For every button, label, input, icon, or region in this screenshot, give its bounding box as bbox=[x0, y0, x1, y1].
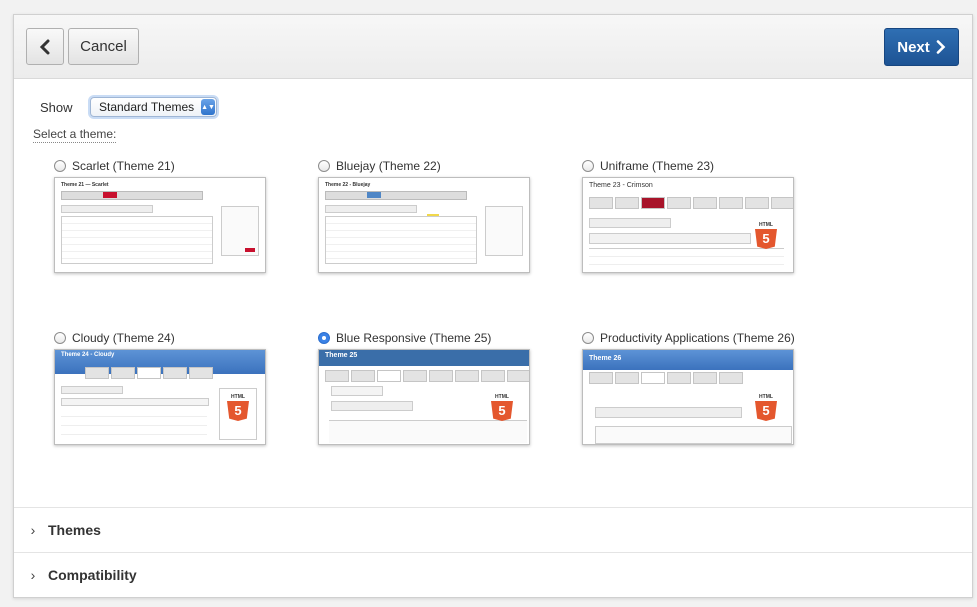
thumb-search-bar bbox=[589, 233, 751, 244]
radio-uniframe[interactable] bbox=[582, 160, 594, 172]
thumb-search-region bbox=[595, 426, 792, 444]
thumb-active-tab bbox=[103, 192, 117, 198]
chevron-right-icon: › bbox=[30, 567, 36, 583]
theme-label: Bluejay (Theme 22) bbox=[336, 159, 441, 173]
select-theme-label: Select a theme: bbox=[33, 127, 117, 143]
theme-thumbnail-blue-responsive[interactable]: Theme 25 HTML 5 bbox=[318, 349, 530, 445]
thumb-breadcrumb bbox=[595, 390, 645, 398]
thumb-title: Theme 25 bbox=[325, 352, 358, 359]
chevron-left-icon bbox=[39, 39, 50, 54]
thumb-table bbox=[61, 216, 213, 264]
html5-text: HTML bbox=[759, 394, 773, 400]
thumb-tabs bbox=[589, 218, 671, 228]
theme-thumbnail-productivity[interactable]: Theme 26 HTML 5 bbox=[582, 349, 794, 445]
theme-thumbnail-bluejay[interactable]: Theme 22 - Bluejay bbox=[318, 177, 530, 273]
thumb-table bbox=[589, 248, 784, 267]
theme-option-cloudy[interactable]: Cloudy (Theme 24) Theme 24 - Cloudy HTML… bbox=[54, 330, 266, 445]
thumb-nav bbox=[61, 191, 203, 200]
radio-productivity[interactable] bbox=[582, 332, 594, 344]
html5-glyph: 5 bbox=[491, 401, 513, 421]
theme-label: Productivity Applications (Theme 26) bbox=[600, 331, 795, 345]
thumb-toolbar bbox=[325, 205, 417, 213]
html5-icon: HTML 5 bbox=[755, 222, 777, 249]
html5-glyph: 5 bbox=[755, 401, 777, 421]
thumb-sidebar bbox=[485, 206, 523, 256]
thumb-title: Theme 22 - Bluejay bbox=[325, 182, 371, 188]
html5-icon: HTML 5 bbox=[227, 394, 249, 421]
theme-thumbnail-scarlet[interactable]: Theme 21 — Scarlet bbox=[54, 177, 266, 273]
chevron-right-icon: › bbox=[30, 522, 36, 538]
theme-label: Uniframe (Theme 23) bbox=[600, 159, 715, 173]
select-value: Standard Themes bbox=[99, 100, 195, 114]
thumb-header: Theme 26 bbox=[583, 350, 793, 370]
theme-option-blue-responsive[interactable]: Blue Responsive (Theme 25) Theme 25 HTML… bbox=[318, 330, 530, 445]
theme-option-productivity[interactable]: Productivity Applications (Theme 26) The… bbox=[582, 330, 795, 445]
html5-icon: HTML 5 bbox=[491, 394, 513, 421]
html5-text: HTML bbox=[231, 394, 245, 400]
thumb-header: Theme 25 bbox=[319, 350, 529, 366]
theme-option-bluejay[interactable]: Bluejay (Theme 22) Theme 22 - Bluejay bbox=[318, 158, 530, 273]
radio-cloudy[interactable] bbox=[54, 332, 66, 344]
thumb-nav bbox=[589, 197, 793, 209]
theme-style-select[interactable]: Standard Themes ▲▼ bbox=[90, 97, 217, 117]
thumb-breadcrumb bbox=[331, 386, 383, 396]
next-button[interactable]: Next bbox=[884, 28, 959, 66]
next-label: Next bbox=[897, 38, 930, 56]
radio-scarlet[interactable] bbox=[54, 160, 66, 172]
show-label: Show bbox=[40, 99, 73, 115]
wizard-toolbar: Cancel Next bbox=[14, 15, 972, 79]
thumb-tabs bbox=[595, 407, 742, 418]
cancel-button[interactable]: Cancel bbox=[68, 28, 139, 65]
thumb-title: Theme 26 bbox=[589, 355, 622, 362]
thumb-nav bbox=[85, 367, 213, 379]
chevron-right-icon bbox=[936, 40, 946, 54]
thumb-tabs bbox=[331, 401, 413, 411]
show-filter-row: Show Standard Themes ▲▼ bbox=[40, 97, 217, 117]
html5-icon: HTML 5 bbox=[755, 394, 777, 421]
theme-label: Scarlet (Theme 21) bbox=[72, 159, 175, 173]
thumb-nav bbox=[325, 191, 467, 200]
thumb-active-tab bbox=[367, 192, 381, 198]
section-compatibility[interactable]: › Compatibility bbox=[14, 552, 972, 597]
theme-thumbnail-uniframe[interactable]: Theme 23 - Crimson HTML 5 bbox=[582, 177, 794, 273]
theme-label: Cloudy (Theme 24) bbox=[72, 331, 175, 345]
html5-text: HTML bbox=[495, 394, 509, 400]
thumb-tabs bbox=[61, 386, 123, 394]
back-button[interactable] bbox=[26, 28, 64, 65]
html5-glyph: 5 bbox=[227, 401, 249, 421]
select-arrows-icon: ▲▼ bbox=[201, 99, 215, 115]
thumb-button bbox=[245, 248, 255, 252]
thumb-comments-region bbox=[329, 420, 527, 443]
thumb-table bbox=[61, 408, 207, 438]
thumb-nav bbox=[325, 370, 529, 382]
thumb-title: Theme 24 - Cloudy bbox=[61, 352, 115, 358]
theme-label: Blue Responsive (Theme 25) bbox=[336, 331, 492, 345]
thumb-nav bbox=[589, 372, 743, 384]
section-label: Compatibility bbox=[48, 567, 137, 583]
section-themes[interactable]: › Themes bbox=[14, 507, 972, 552]
radio-bluejay[interactable] bbox=[318, 160, 330, 172]
theme-option-uniframe[interactable]: Uniframe (Theme 23) Theme 23 - Crimson H… bbox=[582, 158, 794, 273]
thumb-table bbox=[325, 216, 477, 264]
thumb-toolbar bbox=[61, 398, 209, 406]
html5-text: HTML bbox=[759, 222, 773, 228]
thumb-title: Theme 21 — Scarlet bbox=[61, 182, 109, 188]
theme-thumbnail-cloudy[interactable]: Theme 24 - Cloudy HTML 5 bbox=[54, 349, 266, 445]
create-app-dialog: Cancel Next Show Standard Themes ▲▼ Sele… bbox=[13, 14, 973, 598]
html5-glyph: 5 bbox=[755, 229, 777, 249]
thumb-title: Theme 23 - Crimson bbox=[589, 182, 653, 189]
section-label: Themes bbox=[48, 522, 101, 538]
thumb-toolbar bbox=[61, 205, 153, 213]
theme-option-scarlet[interactable]: Scarlet (Theme 21) Theme 21 — Scarlet bbox=[54, 158, 266, 273]
radio-blue-responsive[interactable] bbox=[318, 332, 330, 344]
